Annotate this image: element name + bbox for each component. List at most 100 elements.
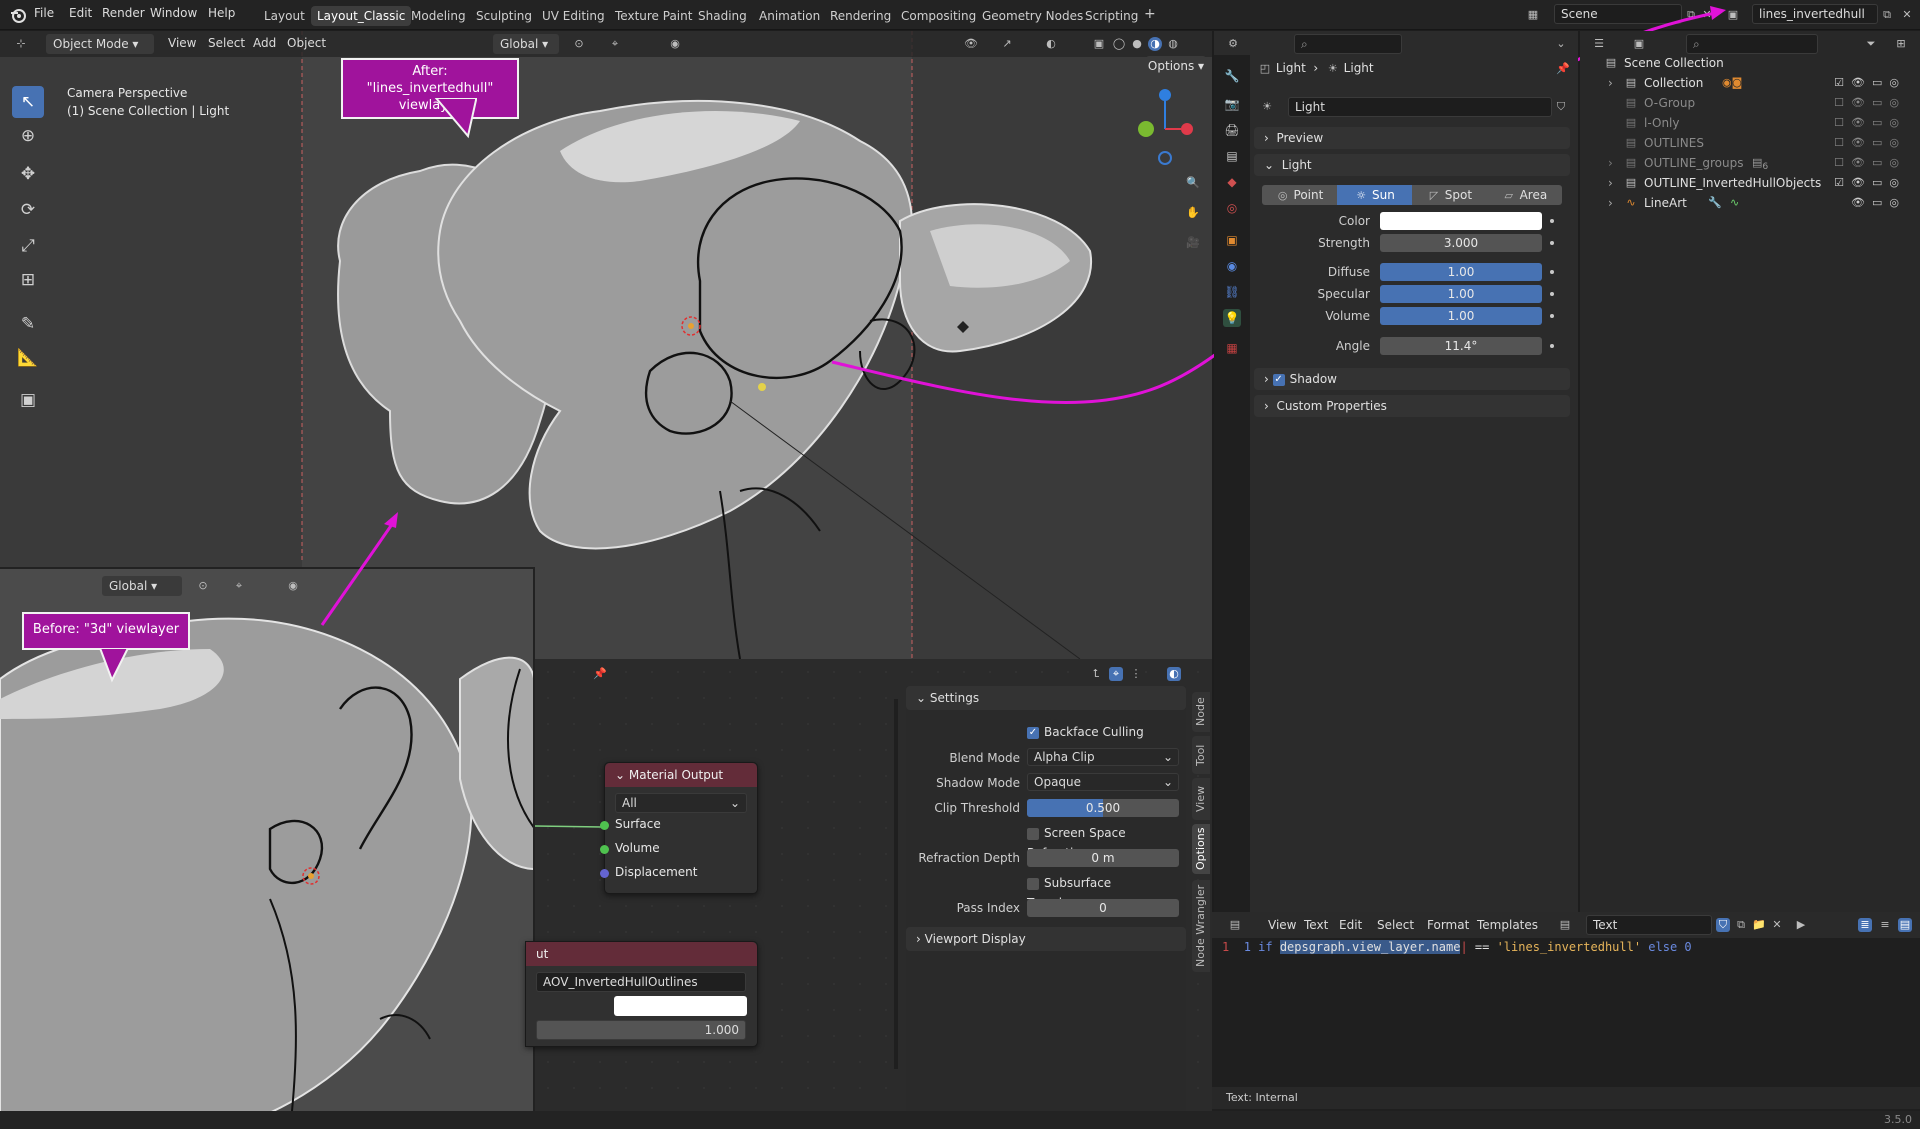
outliner-filter-icon[interactable]: ⏷ bbox=[1864, 37, 1878, 51]
preview-section[interactable]: › Preview bbox=[1254, 127, 1570, 149]
blend-mode-select[interactable]: Alpha Clip ⌄ bbox=[1027, 748, 1179, 766]
move-tool-icon[interactable]: ✥ bbox=[12, 158, 44, 190]
properties-search[interactable]: ⌕ bbox=[1294, 34, 1402, 54]
menu-view[interactable]: View bbox=[168, 36, 196, 50]
shading-wireframe-icon[interactable]: ◯ bbox=[1112, 37, 1126, 51]
text-datablock-field[interactable]: Text bbox=[1586, 915, 1712, 935]
material-output-node[interactable]: ⌄ Material Output All ⌄ Surface Volume Di… bbox=[600, 762, 758, 894]
annotate-tool-icon[interactable]: ✎ bbox=[12, 308, 44, 340]
socket-volume[interactable]: Volume bbox=[615, 841, 660, 855]
camera-view-icon[interactable]: 🎥 bbox=[1186, 236, 1200, 250]
add-cube-tool-icon[interactable]: ▣ bbox=[12, 384, 44, 416]
pan-hand-icon[interactable]: ✋ bbox=[1186, 206, 1200, 220]
3d-viewport[interactable] bbox=[0, 31, 1212, 659]
blender-logo-icon[interactable] bbox=[9, 6, 27, 24]
lower-proportional-icon[interactable]: ◉ bbox=[286, 579, 300, 593]
outliner-editor-type-icon[interactable]: ☰ bbox=[1592, 37, 1606, 51]
socket-displacement[interactable]: Displacement bbox=[615, 865, 698, 879]
transform-tool-icon[interactable]: ⊞ bbox=[12, 264, 44, 296]
outliner-search[interactable]: ⌕ bbox=[1686, 34, 1818, 54]
scene-tab-icon[interactable]: ◆ bbox=[1223, 173, 1241, 191]
fake-user-shield-icon[interactable]: ⛉ bbox=[1554, 100, 1568, 114]
text-menu-edit[interactable]: Edit bbox=[1339, 918, 1362, 932]
aov-color-swatch[interactable] bbox=[614, 996, 747, 1016]
lower-pivot-icon[interactable]: ⊙ bbox=[196, 579, 210, 593]
text-menu-templates[interactable]: Templates bbox=[1477, 918, 1538, 932]
new-view-layer-icon[interactable]: ⧉ bbox=[1880, 8, 1894, 22]
aov-node-header[interactable]: ut bbox=[526, 942, 757, 966]
scene-selector[interactable]: Scene bbox=[1554, 4, 1682, 24]
text-editor[interactable]: ▤ View Text Edit Select Format Templates… bbox=[1212, 912, 1920, 1111]
menu-select[interactable]: Select bbox=[208, 36, 245, 50]
tab-options[interactable]: Options bbox=[1192, 824, 1210, 874]
syntax-highlight-icon[interactable]: ▤ bbox=[1898, 918, 1912, 932]
texture-tab-icon[interactable]: ▦ bbox=[1223, 339, 1241, 357]
proportional-icon[interactable]: ◉ bbox=[668, 37, 682, 51]
menu-window[interactable]: Window bbox=[150, 6, 197, 20]
render-tab-icon[interactable]: 📷 bbox=[1223, 95, 1241, 113]
lower-transform-orientation[interactable]: Global ▾ bbox=[102, 576, 182, 596]
node-snap-icon[interactable]: ⌖ bbox=[1109, 667, 1123, 681]
tab-layout-classic[interactable]: Layout_Classic bbox=[311, 6, 412, 26]
outliner-row-outlines[interactable]: ▤ OUTLINES ☐👁▭◎ bbox=[1580, 133, 1920, 153]
shading-solid-icon[interactable]: ● bbox=[1130, 37, 1144, 51]
tab-compositing[interactable]: Compositing bbox=[895, 6, 982, 26]
select-tool-icon[interactable]: ↖ bbox=[12, 86, 44, 118]
text-menu-format[interactable]: Format bbox=[1427, 918, 1469, 932]
outliner-row-lineart[interactable]: › ∿ LineArt 🔧 ∿ 👁▭◎ bbox=[1580, 193, 1920, 213]
node-overlay-icon[interactable]: ◐ bbox=[1167, 667, 1181, 681]
code-selection[interactable]: depsgraph.view_layer.name bbox=[1279, 940, 1461, 954]
open-text-icon[interactable]: 📁 bbox=[1752, 918, 1766, 932]
node-snap-element-icon[interactable]: ⋮ bbox=[1129, 667, 1143, 681]
constraints-tab-icon[interactable]: ⛓ bbox=[1223, 283, 1241, 301]
text-editor-type-icon[interactable]: ▤ bbox=[1228, 918, 1242, 932]
volume-slider[interactable]: 1.00 bbox=[1380, 307, 1542, 325]
rotate-tool-icon[interactable]: ⟳ bbox=[12, 194, 44, 226]
settings-header[interactable]: ⌄ Settings bbox=[906, 686, 1186, 710]
specular-slider[interactable]: 1.00 bbox=[1380, 285, 1542, 303]
word-wrap-icon[interactable]: ≡ bbox=[1878, 918, 1892, 932]
shading-rendered-icon[interactable]: ◍ bbox=[1166, 37, 1180, 51]
menu-object[interactable]: Object bbox=[287, 36, 326, 50]
code-line-1[interactable]: 1 1 if depsgraph.view_layer.name| == 'li… bbox=[1222, 940, 1692, 954]
view-layer-icon[interactable]: ▣ bbox=[1726, 8, 1740, 22]
view-layer-tab-icon[interactable]: ▤ bbox=[1223, 147, 1241, 165]
backface-culling-checkbox[interactable]: ✓ Backface Culling bbox=[1027, 722, 1144, 742]
options-button[interactable]: Options ▾ bbox=[1146, 56, 1206, 76]
new-collection-icon[interactable]: ⊞ bbox=[1894, 37, 1908, 51]
shadow-section[interactable]: › ✓ Shadow bbox=[1254, 368, 1570, 390]
diffuse-slider[interactable]: 1.00 bbox=[1380, 263, 1542, 281]
shading-material-icon[interactable]: ◑ bbox=[1148, 37, 1162, 51]
world-tab-icon[interactable]: ◎ bbox=[1223, 199, 1241, 217]
text-menu-text[interactable]: Text bbox=[1304, 918, 1328, 932]
unlink-text-icon[interactable]: ✕ bbox=[1770, 918, 1784, 932]
material-output-header[interactable]: ⌄ Material Output bbox=[605, 763, 757, 787]
tab-animation[interactable]: Animation bbox=[753, 6, 826, 26]
aov-value-field[interactable]: 1.000 bbox=[536, 1020, 746, 1040]
transform-orientation[interactable]: Global ▾ bbox=[493, 34, 559, 54]
socket-surface[interactable]: Surface bbox=[615, 817, 661, 831]
fake-user-icon[interactable]: ⛉ bbox=[1716, 918, 1730, 932]
aov-output-node[interactable]: ut AOV_InvertedHullOutlines 1.000 bbox=[525, 941, 758, 1047]
light-color-swatch[interactable] bbox=[1380, 212, 1542, 230]
scene-icon[interactable]: ▦ bbox=[1526, 8, 1540, 22]
sss-checkbox[interactable]: Subsurface Translucency bbox=[1027, 873, 1186, 910]
output-tab-icon[interactable]: 🖨 bbox=[1223, 121, 1241, 139]
measure-tool-icon[interactable]: 📐 bbox=[12, 342, 44, 374]
text-menu-select[interactable]: Select bbox=[1377, 918, 1414, 932]
line-numbers-icon[interactable]: ≣ bbox=[1858, 918, 1872, 932]
visibility-icon[interactable]: 👁 bbox=[964, 37, 978, 51]
pin-properties-icon[interactable]: 📌 bbox=[1556, 62, 1570, 76]
outliner-row-o-group[interactable]: ▤ O-Group ☐👁▭◎ bbox=[1580, 93, 1920, 113]
tab-layout[interactable]: Layout bbox=[258, 6, 311, 26]
light-datablock-icon[interactable]: ☀ bbox=[1260, 100, 1274, 114]
overlay-icon[interactable]: ◐ bbox=[1044, 37, 1058, 51]
tab-modeling[interactable]: Modeling bbox=[405, 6, 472, 26]
outliner-row-outline-groups[interactable]: › ▤ OUTLINE_groups ▤6 ☐👁▭◎ bbox=[1580, 153, 1920, 173]
tool-tab-icon[interactable]: 🔧 bbox=[1223, 67, 1241, 85]
view-layer-selector[interactable]: lines_invertedhull bbox=[1752, 4, 1878, 24]
pivot-icon[interactable]: ⊙ bbox=[572, 37, 586, 51]
text-datablock-icon[interactable]: ▤ bbox=[1558, 918, 1572, 932]
tab-node-wrangler[interactable]: Node Wrangler bbox=[1192, 880, 1210, 972]
light-type-spot[interactable]: ◸ Spot bbox=[1412, 185, 1487, 205]
